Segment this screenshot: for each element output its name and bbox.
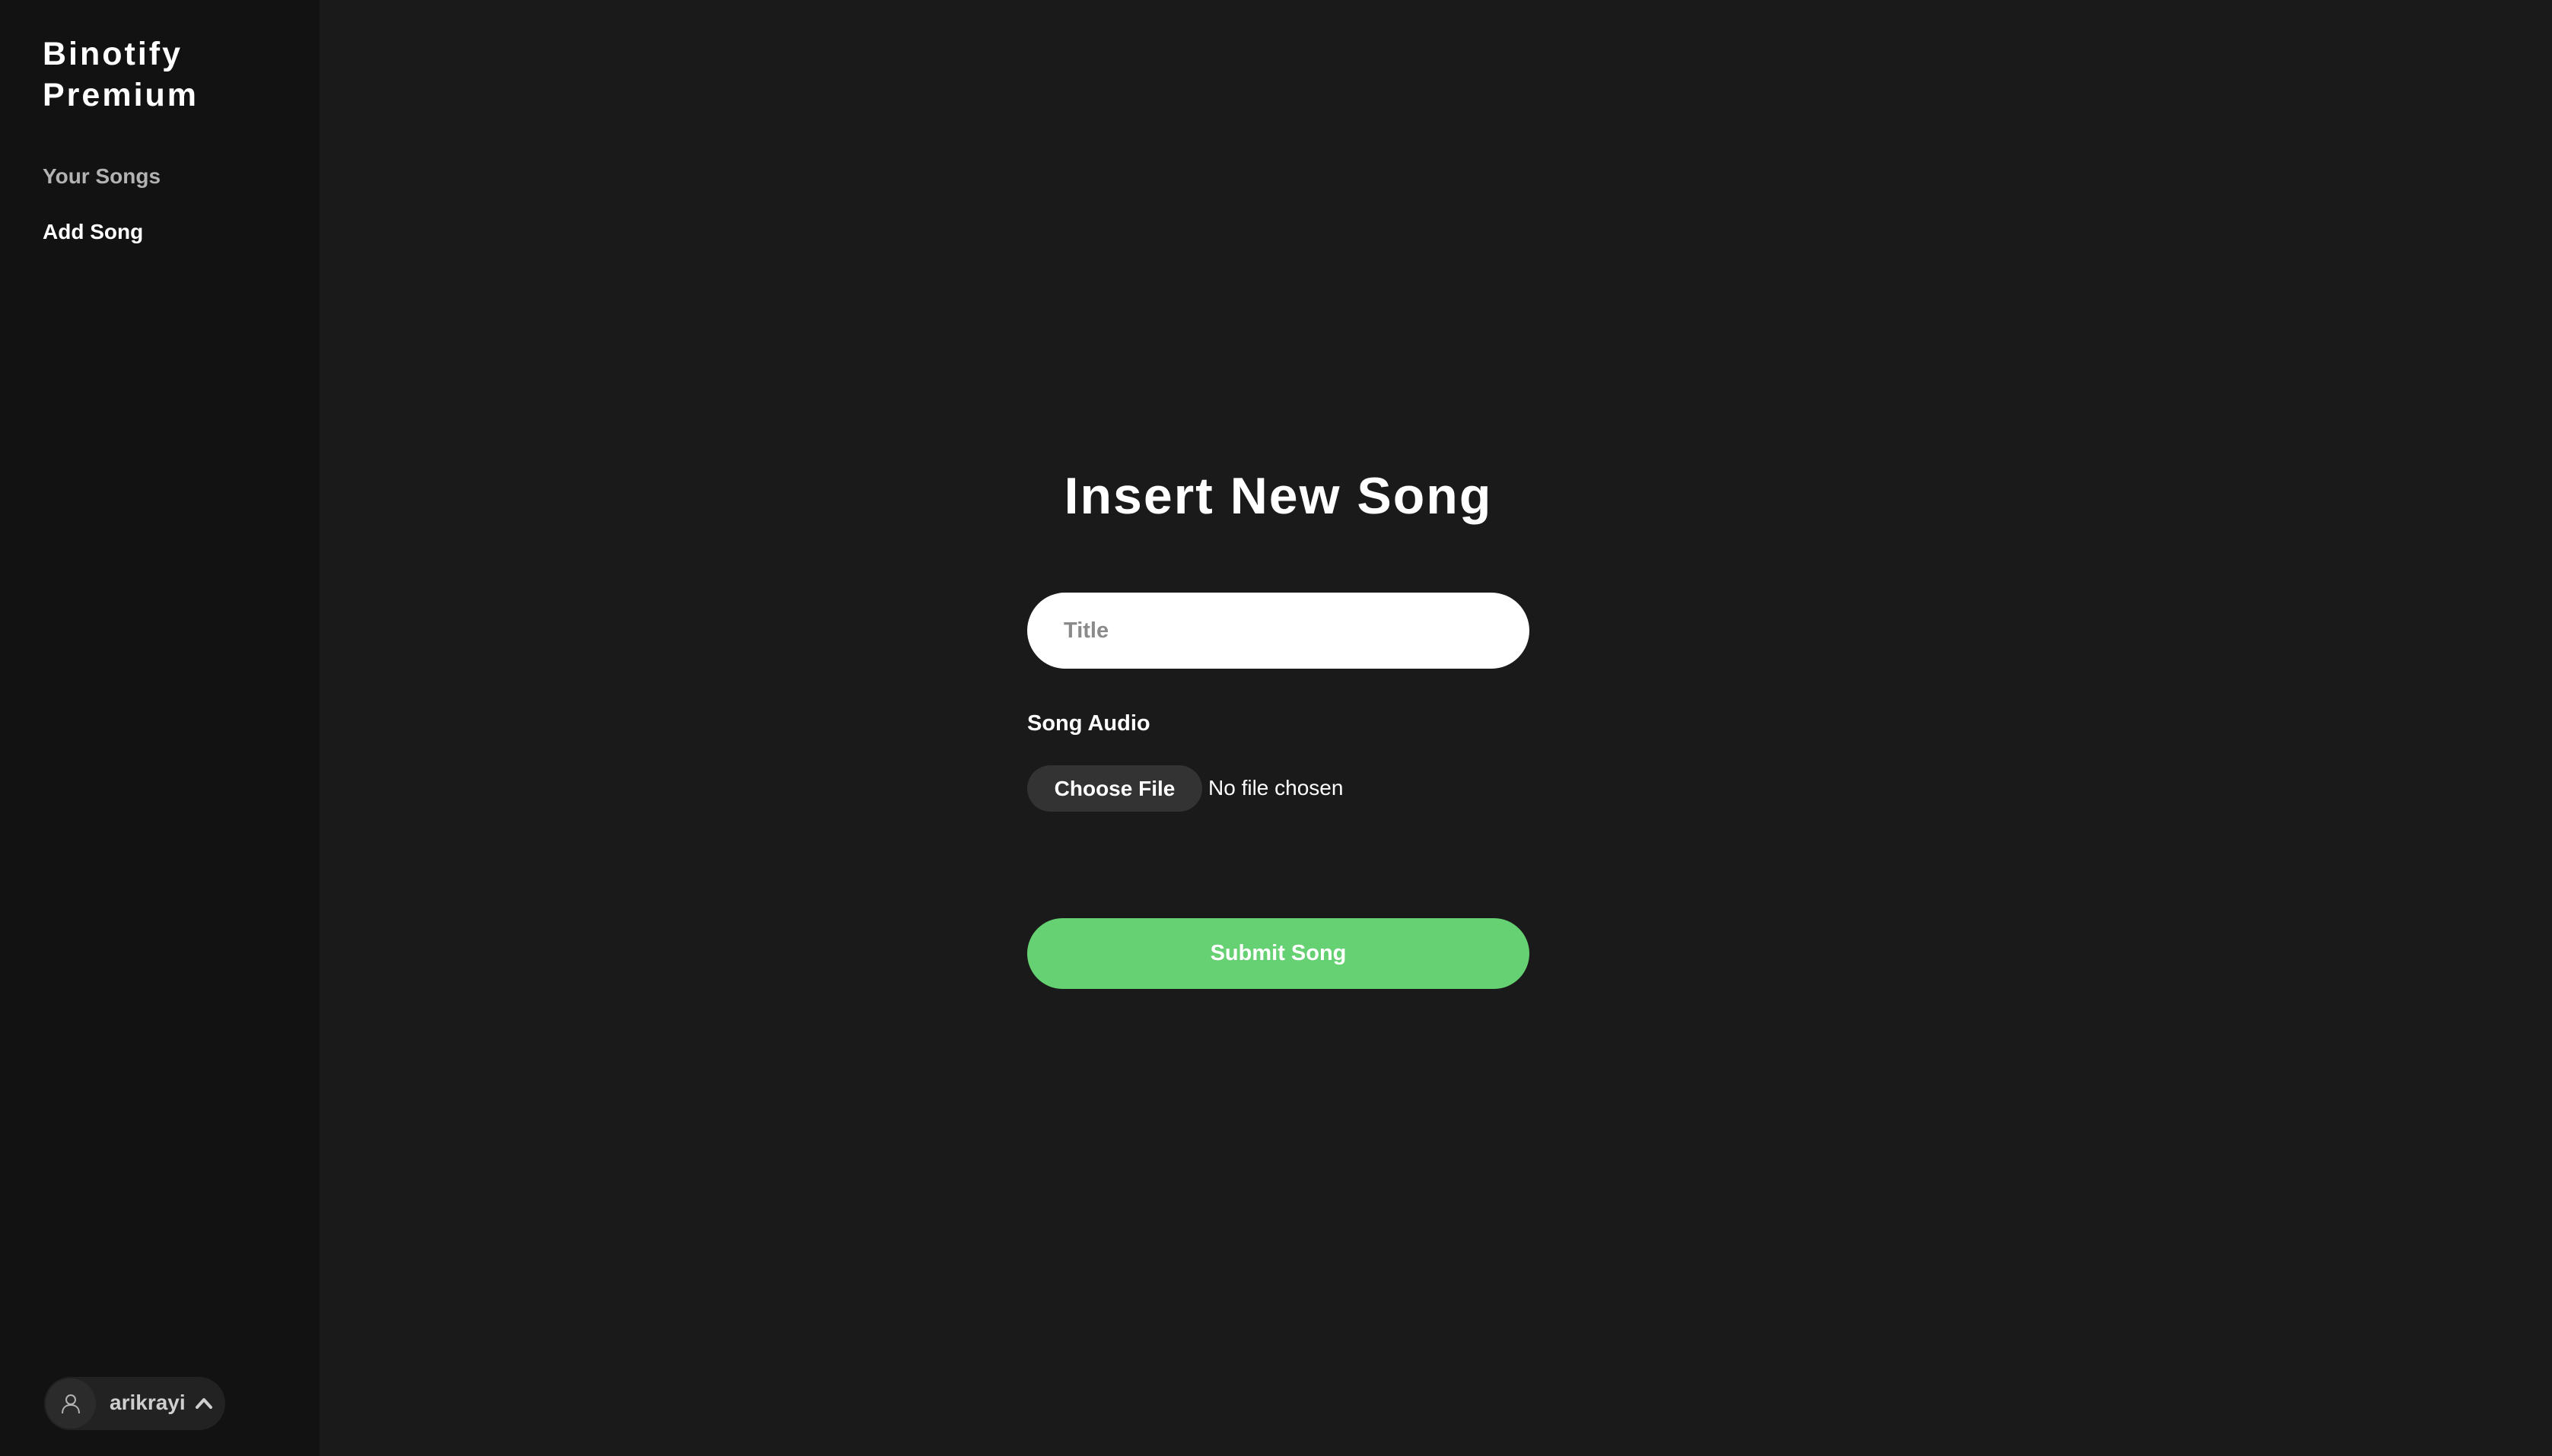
sidebar: Binotify Premium Your Songs Add Song ari…	[0, 0, 320, 1456]
song-audio-label: Song Audio	[1027, 711, 1150, 736]
brand-title: Binotify Premium	[43, 36, 199, 113]
file-status-text: No file chosen	[1208, 776, 1344, 800]
user-icon	[62, 1394, 80, 1414]
sidebar-item-your-songs[interactable]: Your Songs	[43, 163, 161, 190]
chevron-up-icon	[196, 1398, 212, 1409]
app-window: Binotify Premium Your Songs Add Song ari…	[0, 0, 2552, 1456]
user-menu-button[interactable]: arikrayi	[44, 1377, 225, 1430]
sidebar-item-add-song[interactable]: Add Song	[43, 218, 143, 246]
username-label: arikrayi	[110, 1391, 186, 1414]
choose-file-button[interactable]: Choose File	[1027, 765, 1202, 812]
page-title: Insert New Song	[1064, 467, 1493, 525]
avatar	[46, 1378, 96, 1429]
title-input[interactable]	[1027, 593, 1529, 669]
submit-song-button[interactable]: Submit Song	[1027, 918, 1529, 989]
